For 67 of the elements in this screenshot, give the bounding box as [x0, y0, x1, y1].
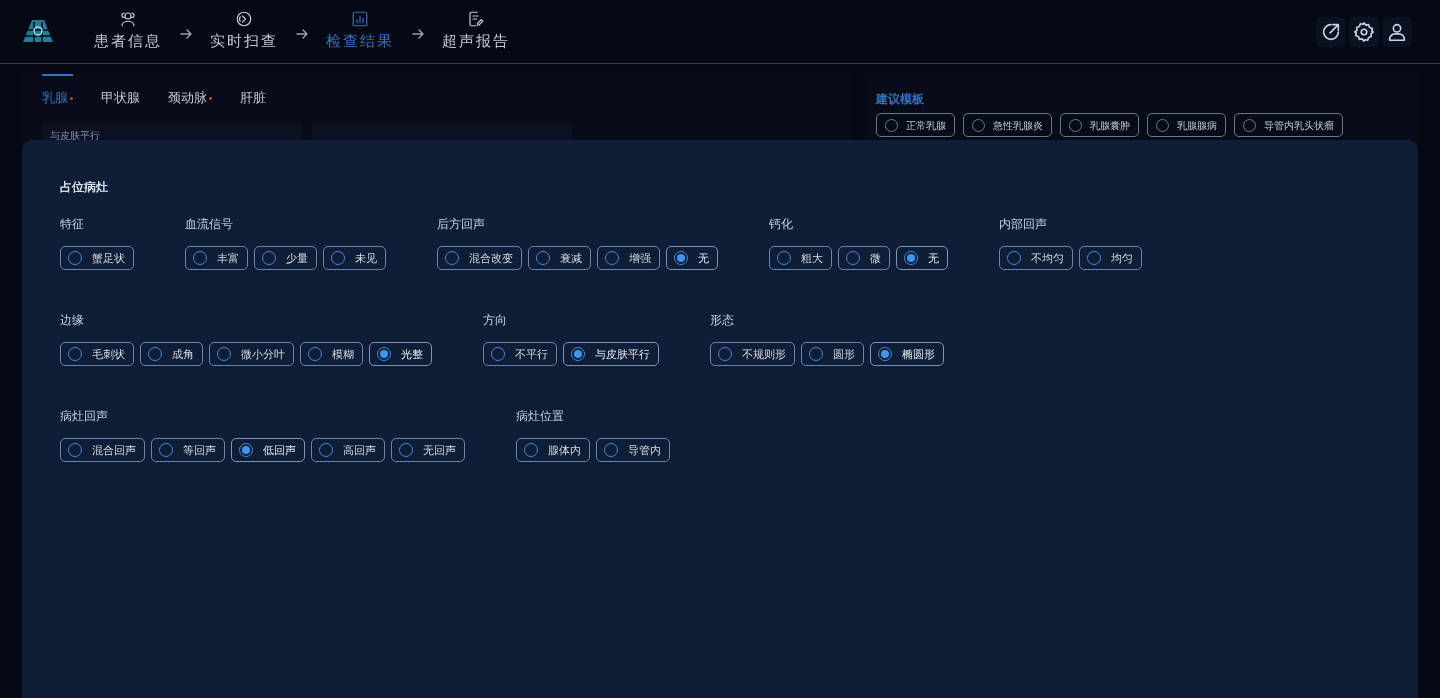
organ-tab[interactable]: 颈动脉 [168, 74, 212, 120]
group-label: 病灶回声 [60, 408, 109, 424]
radio-option[interactable]: 不均匀 [999, 246, 1073, 270]
arrow-icon [412, 28, 424, 39]
radio-option[interactable]: 丰富 [185, 246, 248, 270]
radio-option[interactable]: 粗大 [769, 246, 832, 270]
group-label: 后方回声 [437, 216, 486, 232]
radio-option[interactable]: 增强 [597, 246, 660, 270]
radio-option[interactable]: 低回声 [231, 438, 305, 462]
radio-option[interactable]: 蟹足状 [60, 246, 134, 270]
group-label: 方向 [483, 312, 508, 328]
radio-option[interactable]: 无回声 [391, 438, 465, 462]
group-label: 形态 [710, 312, 735, 328]
radio-option[interactable]: 无 [666, 246, 718, 270]
template-chip[interactable]: 乳腺腺病 [1147, 113, 1226, 137]
step-tab[interactable]: 实时扫查 [210, 10, 278, 53]
radio-option[interactable]: 圆形 [801, 342, 864, 366]
group-label: 血流信号 [185, 216, 234, 232]
radio-option[interactable]: 模糊 [300, 342, 363, 366]
radio-option[interactable]: 成角 [140, 342, 203, 366]
radio-option[interactable]: 不平行 [483, 342, 557, 366]
step-tab[interactable]: 超声报告 [442, 10, 510, 53]
section-title: 占位病灶 [60, 179, 109, 196]
radio-option[interactable]: 衰减 [528, 246, 591, 270]
arrow-icon [296, 28, 308, 39]
step-tab[interactable]: 检查结果 [326, 10, 394, 53]
field-value: 与皮肤平行 [50, 130, 100, 141]
radio-option[interactable]: 少量 [254, 246, 317, 270]
radio-option[interactable]: 无 [896, 246, 948, 270]
step-tab[interactable]: 患者信息 [94, 10, 162, 53]
arrow-icon [180, 28, 192, 39]
template-chip[interactable]: 正常乳腺 [876, 113, 955, 137]
export-button[interactable] [1316, 16, 1346, 47]
group-label: 内部回声 [999, 216, 1048, 232]
radio-option[interactable]: 混合回声 [60, 438, 145, 462]
radio-option[interactable]: 微小分叶 [209, 342, 294, 366]
group-label: 病灶位置 [516, 408, 565, 424]
panel-title: 建议模板 [876, 91, 925, 108]
settings-button[interactable] [1349, 16, 1379, 47]
play-circle-icon [235, 10, 253, 29]
group-label: 钙化 [769, 216, 794, 232]
radio-option[interactable]: 混合改变 [437, 246, 522, 270]
radio-option[interactable]: 毛刺状 [60, 342, 134, 366]
radio-option[interactable]: 微 [838, 246, 890, 270]
user-button[interactable] [1382, 16, 1412, 47]
template-chip[interactable]: 乳腺囊肿 [1060, 113, 1139, 137]
radio-option[interactable]: 腺体内 [516, 438, 590, 462]
organ-tab[interactable]: 甲状腺 [101, 74, 140, 120]
chart-icon [351, 10, 369, 29]
radio-option[interactable]: 高回声 [311, 438, 385, 462]
radio-option[interactable]: 光整 [369, 342, 432, 366]
settings-icon [1353, 20, 1375, 43]
radio-option[interactable]: 导管内 [596, 438, 670, 462]
radio-option[interactable]: 均匀 [1079, 246, 1142, 270]
radio-option[interactable]: 不规则形 [710, 342, 795, 366]
group-label: 边缘 [60, 312, 85, 328]
radio-option[interactable]: 未见 [323, 246, 386, 270]
radio-option[interactable]: 等回声 [151, 438, 225, 462]
radio-option[interactable]: 椭圆形 [870, 342, 944, 366]
template-chip[interactable]: 急性乳腺炎 [963, 113, 1052, 137]
organ-tab[interactable]: 乳腺 [42, 74, 73, 120]
organ-tab[interactable]: 肝脏 [240, 74, 266, 120]
template-chip[interactable]: 导管内乳头状瘤 [1234, 113, 1343, 137]
document-edit-icon [467, 10, 485, 29]
users-icon [119, 10, 137, 29]
radio-option[interactable]: 与皮肤平行 [563, 342, 659, 366]
group-label: 特征 [60, 216, 85, 232]
